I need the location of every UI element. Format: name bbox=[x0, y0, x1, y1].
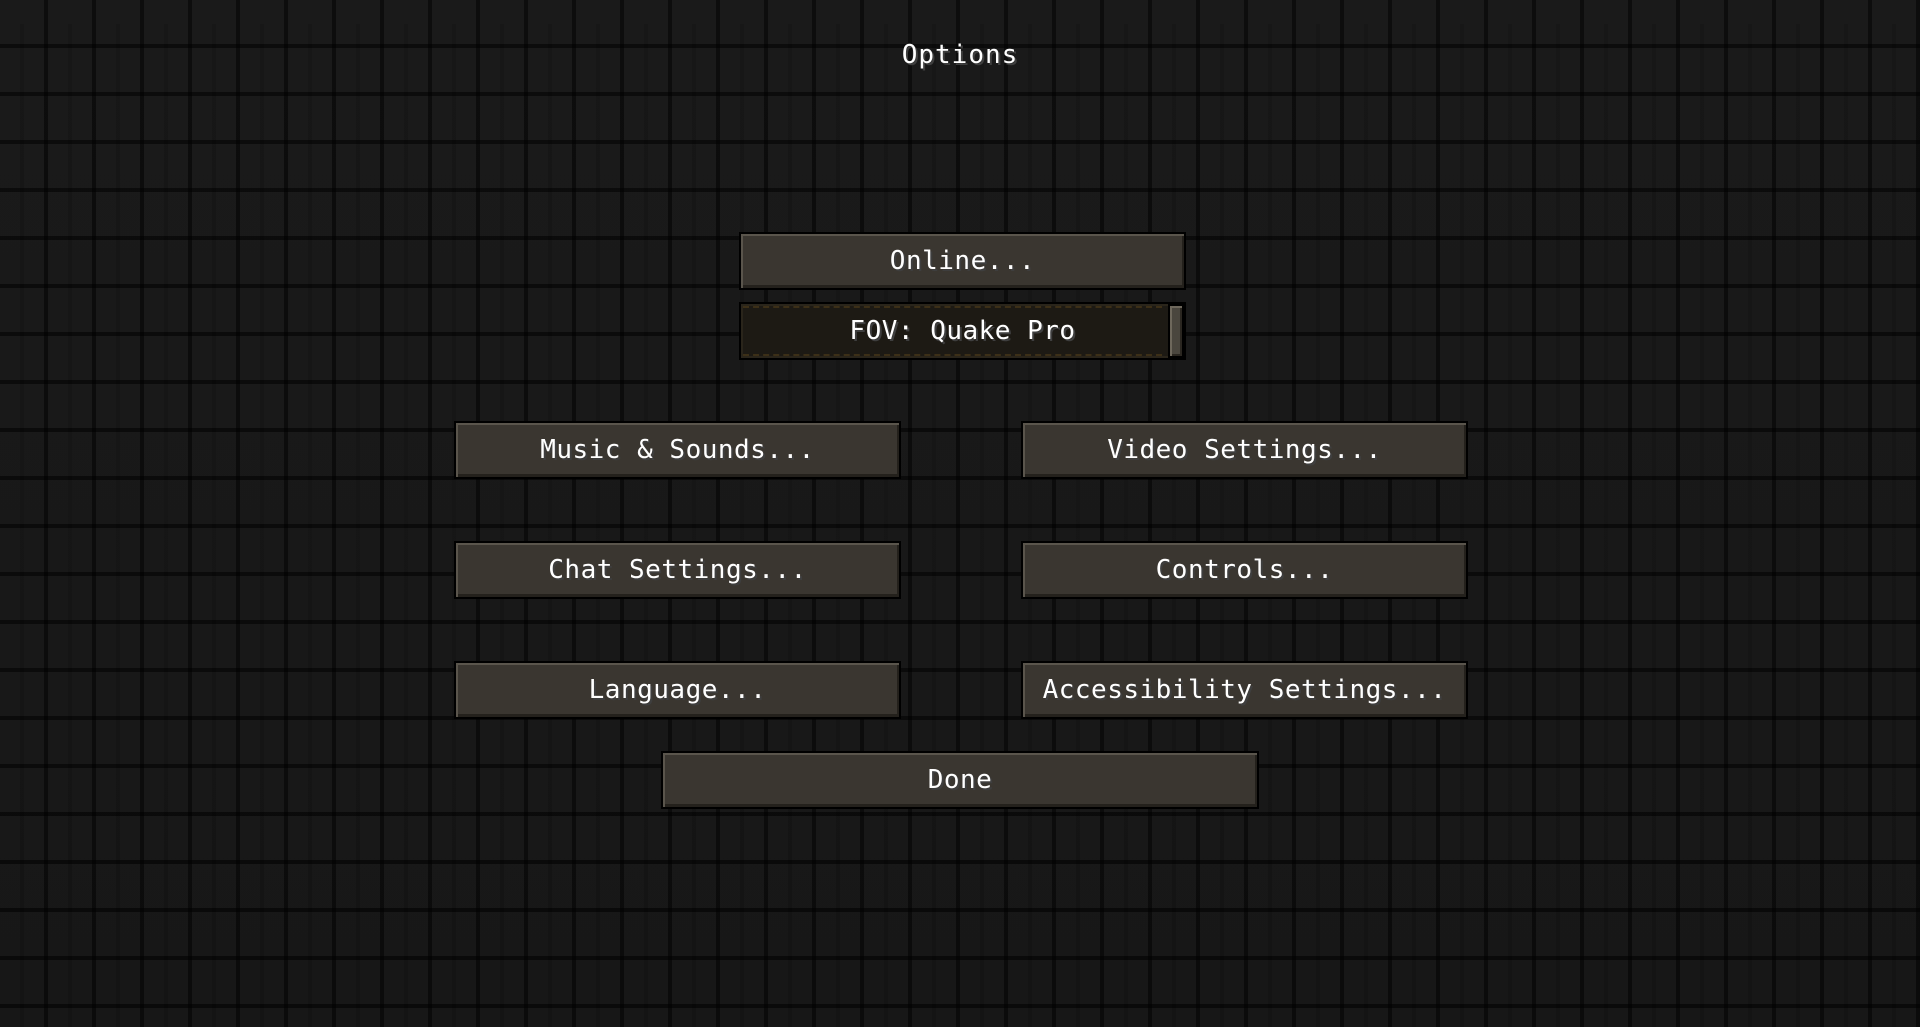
music-sounds-button[interactable]: Music & Sounds... bbox=[454, 421, 901, 479]
fov-slider-handle[interactable] bbox=[1168, 304, 1184, 358]
online-button-label: Online... bbox=[889, 246, 1036, 276]
done-button[interactable]: Done bbox=[661, 751, 1259, 809]
background-bricks bbox=[0, 24, 1920, 1027]
music-sounds-button-label: Music & Sounds... bbox=[540, 435, 815, 465]
accessibility-settings-button[interactable]: Accessibility Settings... bbox=[1021, 661, 1468, 719]
page-title: Options bbox=[901, 40, 1019, 70]
fov-slider[interactable]: FOV: Quake Pro bbox=[739, 302, 1186, 360]
controls-button-label: Controls... bbox=[1155, 555, 1334, 585]
accessibility-settings-button-label: Accessibility Settings... bbox=[1042, 675, 1447, 705]
language-button[interactable]: Language... bbox=[454, 661, 901, 719]
fov-slider-label: FOV: Quake Pro bbox=[849, 316, 1076, 346]
online-button[interactable]: Online... bbox=[739, 232, 1186, 290]
done-button-label: Done bbox=[927, 765, 993, 795]
video-settings-button-label: Video Settings... bbox=[1107, 435, 1382, 465]
language-button-label: Language... bbox=[588, 675, 767, 705]
chat-settings-button-label: Chat Settings... bbox=[548, 555, 807, 585]
chat-settings-button[interactable]: Chat Settings... bbox=[454, 541, 901, 599]
video-settings-button[interactable]: Video Settings... bbox=[1021, 421, 1468, 479]
controls-button[interactable]: Controls... bbox=[1021, 541, 1468, 599]
